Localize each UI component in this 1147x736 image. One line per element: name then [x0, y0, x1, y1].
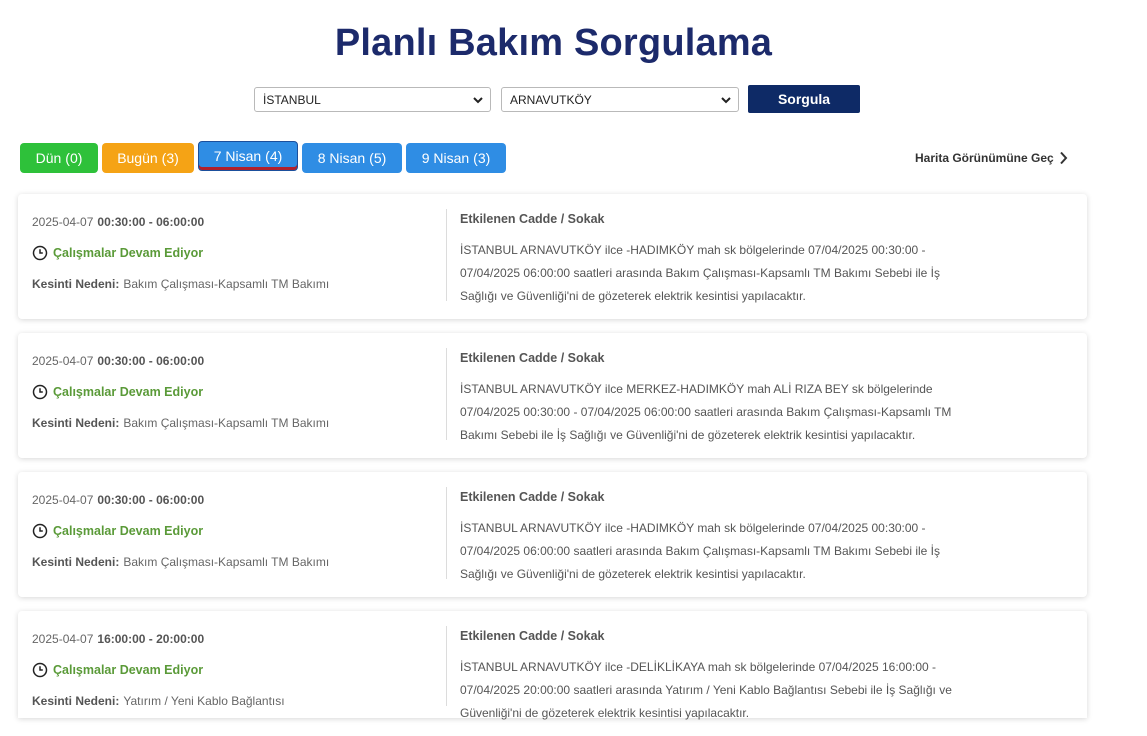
outage-date: 2025-04-07 — [32, 215, 94, 229]
status-text: Çalışmalar Devam Ediyor — [53, 385, 204, 399]
affected-streets-heading: Etkilenen Cadde / Sokak — [460, 351, 605, 365]
outage-card: 2025-04-07 00:30:00 - 06:00:00 Çalışmalar… — [18, 194, 1087, 319]
outage-date: 2025-04-07 — [32, 493, 94, 507]
outage-time-range: 16:00:00 - 20:00:00 — [97, 632, 205, 646]
tab-count: (5) — [369, 150, 387, 166]
affected-streets-text: İSTANBUL ARNAVUTKÖY ilce -HADIMKÖY mah s… — [460, 239, 990, 308]
outage-time: 2025-04-07 16:00:00 - 20:00:00 — [32, 632, 204, 646]
tab-bugun[interactable]: Bugün (3) — [102, 143, 194, 173]
outage-reason: Kesinti Nedeni: Bakım Çalışması-Kapsamlı … — [32, 416, 329, 430]
reason-label: Kesinti Nedeni: — [32, 277, 120, 291]
chevron-down-icon — [473, 97, 483, 104]
outage-date: 2025-04-07 — [32, 354, 94, 368]
outage-time-range: 00:30:00 - 06:00:00 — [97, 354, 205, 368]
affected-streets-text: İSTANBUL ARNAVUTKÖY ilce -DELİKLİKAYA ma… — [460, 656, 990, 725]
status-badge: Çalışmalar Devam Ediyor — [32, 662, 203, 678]
tab-count: (3) — [473, 150, 491, 166]
divider — [446, 209, 447, 301]
outage-time: 2025-04-07 00:30:00 - 06:00:00 — [32, 215, 204, 229]
province-select[interactable]: İSTANBUL — [254, 87, 491, 112]
affected-line: İSTANBUL ARNAVUTKÖY ilce MERKEZ-HADIMKÖY… — [460, 382, 933, 396]
reason-label: Kesinti Nedeni: — [32, 555, 120, 569]
outage-card: 2025-04-07 00:30:00 - 06:00:00 Çalışmalar… — [18, 333, 1087, 458]
affected-streets-text: İSTANBUL ARNAVUTKÖY ilce MERKEZ-HADIMKÖY… — [460, 378, 990, 447]
province-select-value: İSTANBUL — [263, 93, 321, 107]
status-badge: Çalışmalar Devam Ediyor — [32, 384, 203, 400]
affected-line: İSTANBUL ARNAVUTKÖY ilce -HADIMKÖY mah s… — [460, 243, 926, 257]
tab-label: 9 Nisan — [421, 150, 470, 166]
clock-icon — [32, 662, 48, 678]
status-badge: Çalışmalar Devam Ediyor — [32, 523, 203, 539]
outage-reason: Kesinti Nedeni: Bakım Çalışması-Kapsamlı … — [32, 277, 329, 291]
affected-line: Sağlığı ve Güvenliği'ni de gözeterek ele… — [460, 289, 806, 303]
outage-time: 2025-04-07 00:30:00 - 06:00:00 — [32, 354, 204, 368]
status-text: Çalışmalar Devam Ediyor — [53, 246, 204, 260]
affected-streets-text: İSTANBUL ARNAVUTKÖY ilce -HADIMKÖY mah s… — [460, 517, 990, 586]
affected-line: Bakımı Sebebi ile İş Sağlığı ve Güvenliğ… — [460, 428, 916, 442]
clock-icon — [32, 245, 48, 261]
outage-time-range: 00:30:00 - 06:00:00 — [97, 215, 205, 229]
outage-reason: Kesinti Nedeni: Bakım Çalışması-Kapsamlı … — [32, 555, 329, 569]
affected-line: 07/04/2025 20:00:00 saatleri arasında Ya… — [460, 683, 952, 697]
tab-9-nisan[interactable]: 9 Nisan (3) — [406, 143, 506, 173]
district-select[interactable]: ARNAVUTKÖY — [501, 87, 739, 112]
reason-value: Bakım Çalışması-Kapsamlı TM Bakımı — [123, 555, 330, 569]
tab-8-nisan[interactable]: 8 Nisan (5) — [302, 143, 402, 173]
reason-value: Bakım Çalışması-Kapsamlı TM Bakımı — [123, 416, 330, 430]
tab-label: Bugün — [117, 150, 158, 166]
affected-line: Sağlığı ve Güvenliği'ni de gözeterek ele… — [460, 567, 806, 581]
tab-count: (3) — [161, 150, 179, 166]
reason-value: Yatırım / Yeni Kablo Bağlantısı — [123, 694, 285, 708]
divider — [446, 487, 447, 579]
chevron-down-icon — [721, 97, 731, 104]
tab-count: (4) — [265, 148, 283, 164]
affected-line: 07/04/2025 06:00:00 saatleri arasında Ba… — [460, 266, 941, 280]
affected-line: Güvenliği'ni de gözeterek elektrik kesin… — [460, 706, 750, 720]
reason-label: Kesinti Nedeni: — [32, 416, 120, 430]
outage-date: 2025-04-07 — [32, 632, 94, 646]
outage-time-range: 00:30:00 - 06:00:00 — [97, 493, 205, 507]
reason-value: Bakım Çalışması-Kapsamlı TM Bakımı — [123, 277, 330, 291]
chevron-right-icon — [1059, 151, 1068, 165]
affected-streets-heading: Etkilenen Cadde / Sokak — [460, 490, 605, 504]
outage-card: 2025-04-07 00:30:00 - 06:00:00 Çalışmalar… — [18, 472, 1087, 597]
status-text: Çalışmalar Devam Ediyor — [53, 663, 204, 677]
map-view-link-label: Harita Görünümüne Geç — [915, 151, 1054, 165]
affected-line: 07/04/2025 06:00:00 saatleri arasında Ba… — [460, 544, 941, 558]
affected-line: 07/04/2025 00:30:00 - 07/04/2025 06:00:0… — [460, 405, 952, 419]
outage-card: 2025-04-07 16:00:00 - 20:00:00 Çalışmalar… — [18, 611, 1087, 720]
affected-streets-heading: Etkilenen Cadde / Sokak — [460, 212, 605, 226]
divider — [446, 626, 447, 706]
outage-time: 2025-04-07 00:30:00 - 06:00:00 — [32, 493, 204, 507]
map-view-link[interactable]: Harita Görünümüne Geç — [915, 151, 1068, 165]
reason-label: Kesinti Nedeni: — [32, 694, 120, 708]
page-title: Planlı Bakım Sorgulama — [334, 22, 773, 64]
status-text: Çalışmalar Devam Ediyor — [53, 524, 204, 538]
tab-dun[interactable]: Dün (0) — [20, 143, 98, 173]
clock-icon — [32, 384, 48, 400]
affected-streets-heading: Etkilenen Cadde / Sokak — [460, 629, 605, 643]
tab-label: 7 Nisan — [213, 148, 262, 164]
status-badge: Çalışmalar Devam Ediyor — [32, 245, 203, 261]
tab-label: 8 Nisan — [317, 150, 366, 166]
tab-count: (0) — [65, 150, 83, 166]
district-select-value: ARNAVUTKÖY — [510, 93, 592, 107]
query-button[interactable]: Sorgula — [748, 85, 860, 113]
tab-label: Dün — [35, 150, 62, 166]
affected-line: İSTANBUL ARNAVUTKÖY ilce -DELİKLİKAYA ma… — [460, 660, 937, 674]
affected-line: İSTANBUL ARNAVUTKÖY ilce -HADIMKÖY mah s… — [460, 521, 926, 535]
clock-icon — [32, 523, 48, 539]
outage-reason: Kesinti Nedeni: Yatırım / Yeni Kablo Bağl… — [32, 694, 285, 708]
tab-7-nisan[interactable]: 7 Nisan (4) — [198, 141, 298, 171]
divider — [446, 348, 447, 440]
